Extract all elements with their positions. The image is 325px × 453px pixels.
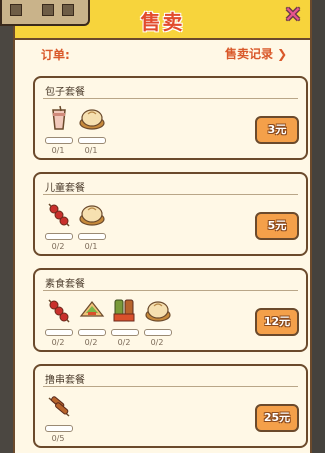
item-count: 0/5 (51, 434, 65, 443)
item-count: 0/2 (51, 338, 65, 347)
set-item: 0/2 (45, 200, 73, 258)
orders-label: 订单: (41, 48, 70, 62)
steamed-bun-icon (78, 200, 106, 228)
item-count: 0/2 (51, 242, 65, 251)
progress-bar (111, 329, 139, 336)
sell-price-button[interactable]: 5元 (255, 212, 299, 240)
sell-price-button[interactable]: 3元 (255, 116, 299, 144)
close-button[interactable]: ✕ (281, 4, 305, 28)
sell-price-button[interactable]: 12元 (255, 308, 299, 336)
stall-window (10, 4, 22, 16)
divider (43, 386, 298, 387)
steamed-bun-icon (144, 296, 172, 324)
divider (43, 194, 298, 195)
item-count: 0/1 (51, 146, 65, 155)
sales-history-link[interactable]: 售卖记录 ❯ (225, 45, 287, 62)
milk-tea-icon (45, 104, 73, 132)
set-item: 0/2 (111, 296, 139, 354)
flatbread-wrap-icon (78, 296, 106, 324)
progress-bar (45, 137, 73, 144)
progress-bar (78, 137, 106, 144)
divider (43, 290, 298, 291)
set-item: 0/1 (45, 104, 73, 162)
divider (43, 98, 298, 99)
item-count: 0/2 (117, 338, 131, 347)
set-item: 0/1 (78, 200, 106, 258)
item-count: 0/1 (84, 146, 98, 155)
vegetable-skewer-icon (111, 296, 139, 324)
food-stall-graphic (0, 0, 90, 26)
progress-bar (45, 425, 73, 432)
sell-panel: 售卖 ✕ 订单: 售卖记录 ❯ 包子套餐 0/1 0/1 3元 儿童套餐 0/2… (13, 0, 312, 453)
steamed-bun-icon (78, 104, 106, 132)
progress-bar (78, 233, 106, 240)
sausage-skewer-icon (45, 392, 73, 420)
set-item: 0/2 (45, 296, 73, 354)
stall-window (62, 4, 74, 16)
set-item: 0/2 (78, 296, 106, 354)
set-name: 儿童套餐 (45, 183, 85, 194)
set-card-bun: 包子套餐 0/1 0/1 3元 (33, 76, 308, 160)
set-card-vegetarian: 素食套餐 0/2 0/2 0/2 0/2 12元 (33, 268, 308, 352)
progress-bar (78, 329, 106, 336)
item-count: 0/2 (84, 338, 98, 347)
progress-bar (45, 233, 73, 240)
set-item: 0/2 (144, 296, 172, 354)
progress-bar (144, 329, 172, 336)
item-count: 0/1 (84, 242, 98, 251)
set-card-kids: 儿童套餐 0/2 0/1 5元 (33, 172, 308, 256)
set-name: 包子套餐 (45, 87, 85, 98)
set-name: 素食套餐 (45, 279, 85, 290)
progress-bar (45, 329, 73, 336)
meat-skewer-icon (45, 296, 73, 324)
set-item: 0/5 (45, 392, 73, 450)
set-item: 0/1 (78, 104, 106, 162)
stall-window (42, 4, 54, 16)
set-card-skewer: 撸串套餐 0/5 25元 (33, 364, 308, 448)
sell-price-button[interactable]: 25元 (255, 404, 299, 432)
meat-skewer-icon (45, 200, 73, 228)
item-count: 0/2 (150, 338, 164, 347)
set-name: 撸串套餐 (45, 375, 85, 386)
